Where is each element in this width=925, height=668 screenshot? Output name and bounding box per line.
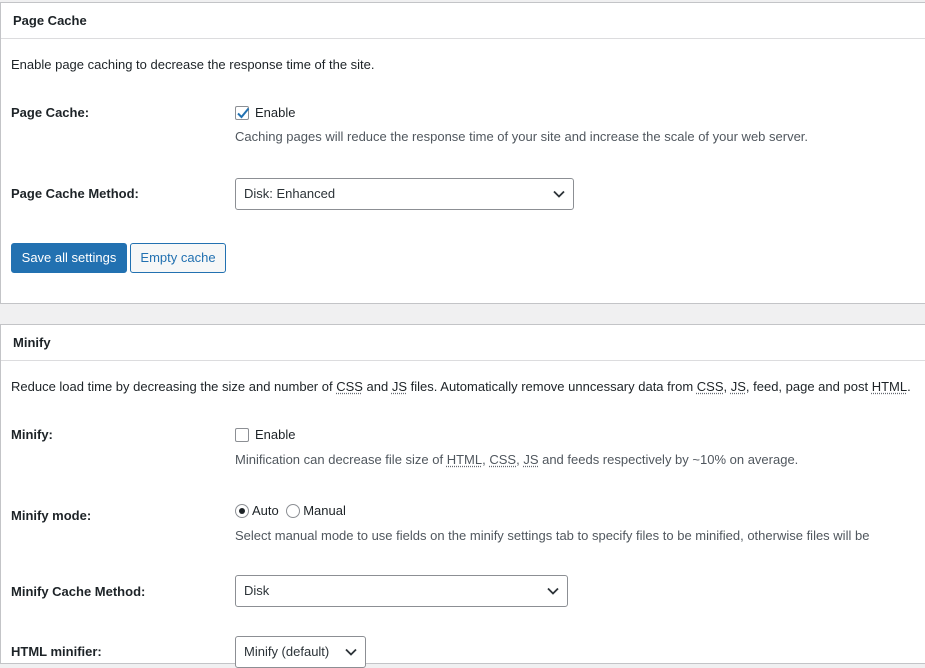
minify-cache-method-value: Disk [244,583,270,598]
minify-enable-row[interactable]: Enable [235,426,295,444]
page-cache-panel: Page Cache Enable page caching to decrea… [0,2,925,304]
minify-intro-text: . [907,379,911,394]
chevron-down-icon [345,648,357,656]
minify-mode-manual-label: Manual [303,503,346,519]
html-abbr: HTML [446,452,483,467]
page-cache-enable-desc: Caching pages will reduce the response t… [235,129,809,144]
empty-cache-button[interactable]: Empty cache [130,243,226,273]
js-abbr: JS [391,379,408,394]
minify-title: Minify [1,325,925,361]
page-cache-method-select[interactable]: Disk: Enhanced [235,178,574,210]
save-all-settings-button[interactable]: Save all settings [11,243,127,273]
minify-intro-text: and [362,379,392,394]
minify-mode-auto[interactable]: Auto [235,502,286,519]
minify-mode-desc: Select manual mode to use fields on the … [235,528,870,543]
minify-intro: Reduce load time by decreasing the size … [11,379,911,394]
minify-cache-method-select[interactable]: Disk [235,575,568,607]
minify-intro-text: files. Automatically remove unncessary d… [407,379,697,394]
minify-mode-manual[interactable]: Manual [286,502,349,519]
minify-desc-text: and feeds respectively by ~10% on averag… [538,452,799,467]
html-minifier-select[interactable]: Minify (default) [235,636,366,668]
css-abbr: CSS [336,379,363,394]
minify-enable-text: Enable [255,427,296,443]
css-abbr: CSS [696,379,724,394]
js-abbr: JS [730,379,746,394]
minify-enable-label: Minify: [11,427,53,442]
minify-intro-text: , feed, page and post [745,379,872,394]
page-cache-method-label: Page Cache Method: [11,186,139,201]
js-abbr: JS [523,452,539,467]
checkmark-icon [237,107,250,119]
minify-desc-text: Minification can decrease file size of [235,452,447,467]
page-cache-title: Page Cache [1,3,925,39]
chevron-down-icon [547,587,559,595]
page-cache-intro: Enable page caching to decrease the resp… [11,57,375,72]
minify-mode-auto-label: Auto [252,503,279,519]
minify-intro-text: Reduce load time by decreasing the size … [11,379,337,394]
page-cache-enable-label: Page Cache: [11,105,90,120]
minify-enable-checkbox[interactable] [235,427,249,442]
minify-intro-text: , [723,379,731,394]
css-abbr: CSS [489,452,517,467]
page-cache-enable-checkbox[interactable] [235,105,250,120]
html-abbr: HTML [871,379,908,394]
html-minifier-value: Minify (default) [244,644,330,659]
page-cache-enable-text: Enable [255,105,296,121]
chevron-down-icon [553,190,565,198]
page-cache-enable-row[interactable]: Enable [235,104,295,122]
minify-cache-method-label: Minify Cache Method: [11,584,146,599]
minify-mode-radios: Auto Manual [235,502,349,520]
html-minifier-label: HTML minifier: [11,644,102,659]
minify-panel: Minify Reduce load time by decreasing th… [0,324,925,668]
minify-mode-label: Minify mode: [11,508,92,523]
page-cache-method-value: Disk: Enhanced [244,186,336,201]
minify-enable-desc: Minification can decrease file size of H… [235,452,798,467]
minify-mode-manual-radio[interactable] [286,503,301,518]
minify-mode-auto-radio[interactable] [235,503,249,518]
